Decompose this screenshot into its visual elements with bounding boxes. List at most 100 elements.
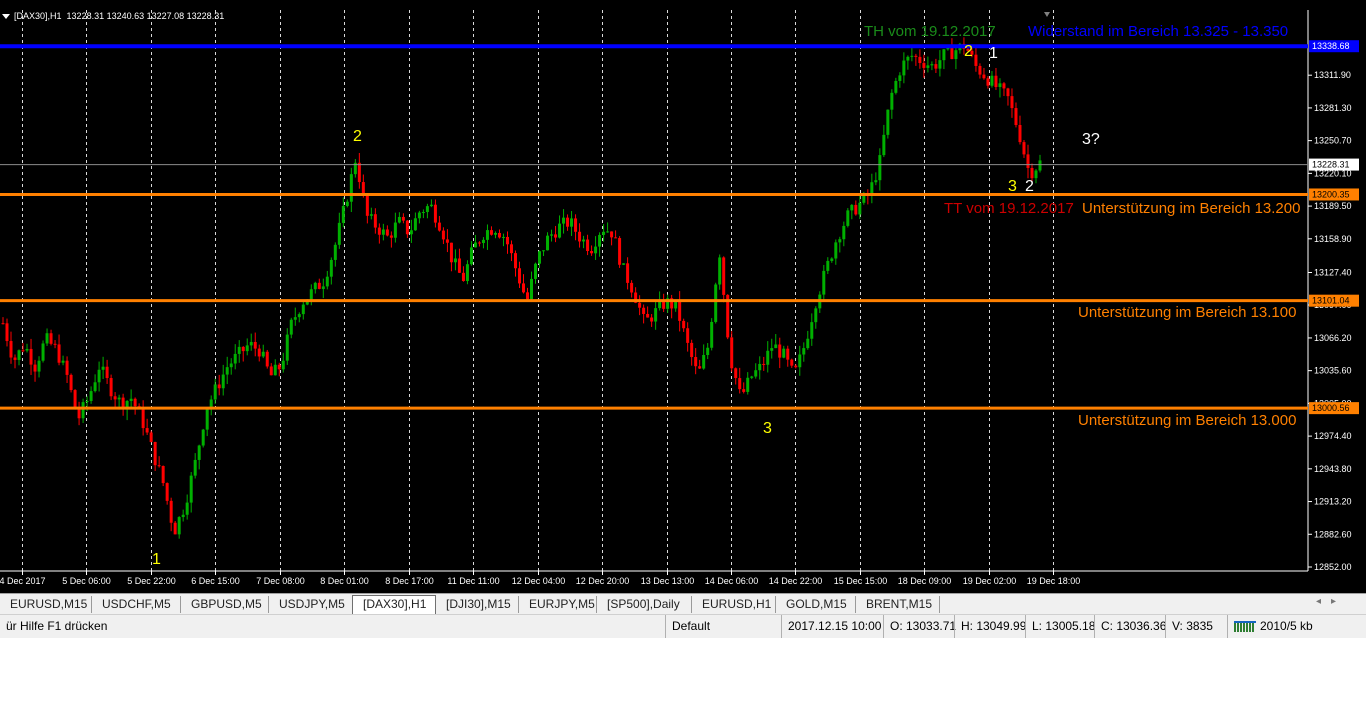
candle-body — [309, 289, 313, 300]
candle-body — [554, 234, 558, 238]
time-tick-label: 5 Dec 22:00 — [127, 576, 176, 586]
connection-bars-icon — [1234, 621, 1256, 633]
candle-body — [1002, 83, 1006, 89]
candle-body — [189, 475, 193, 503]
candle-body — [217, 384, 221, 389]
chart-annotation: Unterstützung im Bereich 13.100 — [1078, 304, 1296, 321]
candle-body — [257, 348, 261, 357]
scroll-right-icon[interactable]: ▸ — [1331, 596, 1346, 607]
candle-body — [766, 350, 770, 365]
candle-body — [181, 514, 185, 518]
price-tick-label: 12913.20 — [1314, 497, 1352, 507]
chart-annotation: Widerstand im Bereich 13.325 - 13.350 — [1028, 23, 1288, 40]
tab-dax30-h1[interactable]: [DAX30],H1 — [352, 595, 436, 614]
candle-body — [698, 366, 702, 369]
status-help: ür Hilfe F1 drücken — [6, 619, 108, 633]
chart-menu-triangle-icon[interactable] — [2, 14, 10, 20]
candle-body — [778, 344, 782, 358]
candle-body — [141, 407, 145, 429]
candle-body — [886, 109, 890, 135]
chart-annotation: Unterstützung im Bereich 13.200 — [1082, 200, 1300, 217]
candle-body — [193, 459, 197, 476]
candle-body — [229, 363, 233, 368]
candle-body — [718, 257, 722, 285]
price-tick-label: 13035.60 — [1314, 366, 1352, 376]
candle-body — [602, 231, 606, 235]
candle-body — [345, 201, 349, 206]
candle-body — [754, 370, 758, 377]
price-tick-label: 12882.60 — [1314, 529, 1352, 539]
level-tag: 13101.04 — [1312, 296, 1350, 306]
candle-body — [129, 398, 133, 402]
candle-body — [289, 319, 293, 335]
candle-body — [614, 237, 618, 239]
candle-body — [421, 212, 425, 214]
candle-body — [109, 378, 113, 397]
chart-window[interactable]: 4 Dec 2017 5 Dec 06:00 5 Dec 22:00 6 Dec 15… — [0, 0, 1366, 593]
candle-body — [734, 368, 738, 379]
candle-body — [21, 350, 25, 352]
candle-body — [25, 348, 29, 351]
tab-eurjpy-m5[interactable]: EURJPY,M5 — [519, 596, 597, 613]
candle-body — [570, 218, 574, 227]
candle-body — [177, 517, 181, 535]
status-close: C: 13036.36 — [1094, 615, 1166, 638]
time-tick-label: 8 Dec 01:00 — [320, 576, 369, 586]
candle-body — [53, 343, 57, 345]
candle-body — [97, 369, 101, 383]
chart-annotation: 1 — [989, 45, 998, 62]
candle-body — [690, 342, 694, 358]
candle-body — [45, 333, 49, 344]
candle-body — [481, 239, 485, 244]
status-datetime: 2017.12.15 10:00 — [781, 615, 883, 638]
tab-usdjpy-m5[interactable]: USDJPY,M5 — [269, 596, 352, 613]
status-open: O: 13033.71 — [883, 615, 956, 638]
candle-body — [453, 258, 457, 263]
chart-annotation: TH vom 19.12.2017 — [864, 23, 996, 40]
candle-body — [978, 65, 982, 75]
candle-body — [225, 367, 229, 375]
candle-body — [546, 235, 550, 251]
scroll-left-icon[interactable]: ◂ — [1316, 596, 1331, 607]
candle-body — [401, 216, 405, 221]
tab-brent-m15[interactable]: BRENT,M15 — [856, 596, 940, 613]
candle-body — [882, 134, 886, 156]
candle-body — [505, 236, 509, 245]
candle-body — [762, 363, 766, 365]
candle-body — [986, 78, 990, 86]
candle-body — [425, 206, 429, 213]
candle-body — [910, 55, 914, 57]
candle-body — [738, 378, 742, 390]
tab-sp500-daily[interactable]: [SP500],Daily — [597, 596, 692, 613]
status-volume: V: 3835 — [1165, 615, 1227, 638]
candle-body — [261, 351, 265, 357]
candle-body — [686, 328, 690, 343]
tab-eurusd-h1[interactable]: EURUSD,H1 — [692, 596, 776, 613]
candle-body — [517, 268, 521, 284]
candle-body — [642, 307, 646, 314]
tab-eurusd-m15[interactable]: EURUSD,M15 — [0, 596, 92, 613]
candle-body — [65, 360, 69, 375]
level-tag: 13200.35 — [1312, 189, 1350, 199]
candle-body — [802, 348, 806, 355]
candle-body — [682, 320, 686, 329]
candle-body — [598, 234, 602, 247]
candle-body — [994, 75, 998, 87]
status-profile: Default — [665, 615, 781, 638]
candle-body — [213, 384, 217, 400]
candle-body — [349, 174, 353, 202]
price-tick-label: 12974.40 — [1314, 431, 1352, 441]
candle-body — [786, 348, 790, 360]
candle-body — [838, 239, 842, 243]
tab-scroll-arrows[interactable]: ◂▸ — [1316, 596, 1346, 607]
candle-body — [253, 341, 257, 349]
candle-body — [898, 75, 902, 81]
candle-body — [710, 321, 714, 348]
price-chart[interactable]: 4 Dec 2017 5 Dec 06:00 5 Dec 22:00 6 Dec 15… — [0, 0, 1366, 593]
tab-gold-m15[interactable]: GOLD,M15 — [776, 596, 856, 613]
tab-gbpusd-m5[interactable]: GBPUSD,M5 — [181, 596, 269, 613]
candle-body — [1034, 170, 1038, 179]
tab-usdchf-m5[interactable]: USDCHF,M5 — [92, 596, 181, 613]
candle-body — [790, 359, 794, 366]
tab-dji30-m15[interactable]: [DJI30],M15 — [436, 596, 519, 613]
